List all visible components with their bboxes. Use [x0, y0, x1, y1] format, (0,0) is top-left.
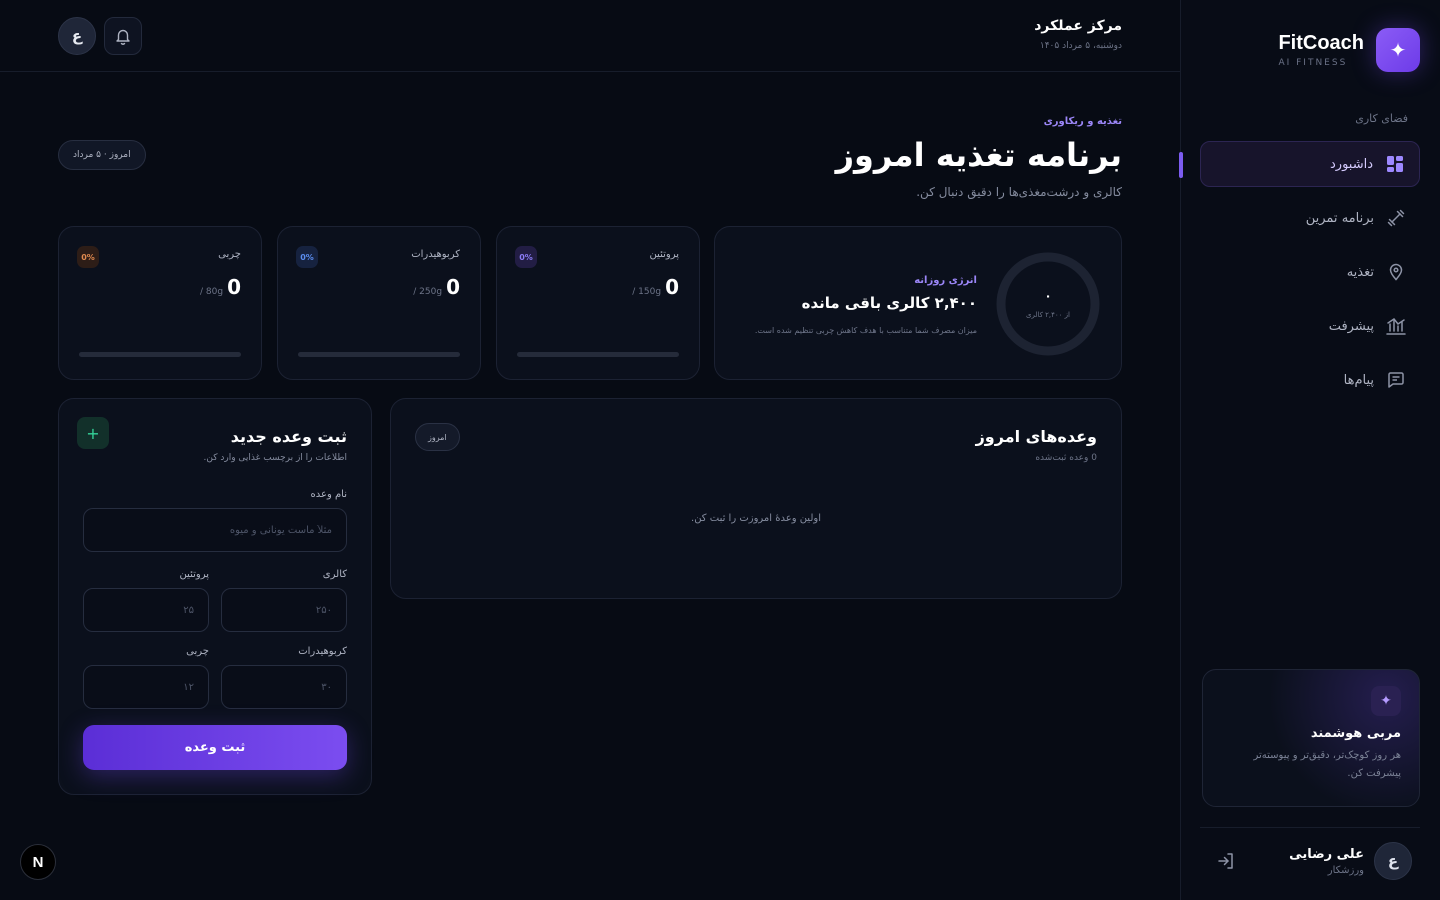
macro-percent-badge: 0% — [296, 246, 318, 268]
meals-filter-pill[interactable]: امروز — [415, 423, 460, 451]
location-pin-icon — [1386, 262, 1406, 282]
avatar[interactable]: ع — [1374, 842, 1412, 880]
sidebar-item-label: برنامه تمرین — [1305, 210, 1374, 226]
sidebar-item-nutrition[interactable]: تغذیه — [1200, 249, 1420, 295]
bell-icon — [114, 27, 132, 45]
macro-amount: 0 — [665, 275, 679, 299]
macro-name: چربی — [218, 249, 241, 260]
avatar[interactable]: ع — [58, 17, 96, 55]
sidebar-item-messages[interactable]: پیام‌ها — [1200, 357, 1420, 403]
sparkle-icon: ✦ — [1371, 686, 1401, 716]
macro-percent-badge: 0% — [515, 246, 537, 268]
fat-label: چربی — [186, 646, 209, 657]
macro-target: / 80g — [200, 287, 224, 297]
brand-subtitle: AI FITNESS — [1278, 58, 1348, 68]
daily-energy-card: ۰ از ۲,۴۰۰ کالری انرژی روزانه ۲,۴۰۰ کالر… — [714, 226, 1122, 380]
macro-value: 0 / 150g — [632, 275, 679, 299]
macro-target: / 250g — [413, 287, 443, 297]
calories-consumed: ۰ — [1044, 289, 1052, 303]
user-name: علی رضایی — [1289, 846, 1364, 862]
calories-label: کالری — [322, 569, 347, 580]
brand-name: FitCoach — [1278, 32, 1364, 54]
macro-percent-badge: 0% — [77, 246, 99, 268]
sidebar-item-label: داشبورد — [1330, 156, 1373, 172]
macro-name: پروتئین — [649, 249, 679, 260]
energy-label: انرژی روزانه — [914, 275, 977, 286]
sidebar-item-label: پیام‌ها — [1343, 372, 1374, 388]
macro-value: 0 / 80g — [200, 275, 241, 299]
sidebar: FitCoach AI FITNESS ✦ فضای کاری داشبورد … — [1179, 0, 1440, 900]
sidebar-item-progress[interactable]: پیشرفت — [1200, 303, 1420, 349]
date-pill[interactable]: امروز · ۵ مرداد — [58, 140, 146, 170]
form-subtitle: اطلاعات را از برچسب غذایی وارد کن. — [203, 453, 347, 463]
current-date: دوشنبه، ۵ مرداد ۱۴۰۵ — [1039, 41, 1122, 51]
bar-chart-icon — [1386, 316, 1406, 336]
dumbbell-icon — [1386, 208, 1406, 228]
macro-target: / 150g — [632, 287, 662, 297]
ring-center: ۰ از ۲,۴۰۰ کالری — [995, 251, 1101, 357]
sidebar-nav: داشبورد برنامه تمرین تغذیه پیشرفت پیام‌ه… — [1179, 141, 1420, 411]
meals-count: 0 وعده ثبت‌شده — [1035, 453, 1097, 463]
macro-card-carbs: کربوهیدرات 0% 0 / 250g — [277, 226, 481, 380]
fat-input[interactable] — [83, 665, 209, 709]
meal-name-label: نام وعده — [310, 489, 347, 500]
macro-card-protein: پروتئین 0% 0 / 150g — [496, 226, 700, 380]
macro-progress-bar — [298, 352, 460, 357]
todays-meals-card: وعده‌های امروز 0 وعده ثبت‌شده امروز اولی… — [390, 398, 1122, 599]
sidebar-item-label: تغذیه — [1346, 264, 1374, 280]
sidebar-item-workout[interactable]: برنامه تمرین — [1200, 195, 1420, 241]
new-meal-form: ثبت وعده جدید اطلاعات را از برچسب غذایی … — [58, 398, 372, 795]
macro-card-fat: چربی 0% 0 / 80g — [58, 226, 262, 380]
user-info: علی رضایی ورزشکار — [1289, 847, 1364, 876]
energy-description: میزان مصرف شما متناسب با هدف کاهش چربی ت… — [754, 326, 977, 335]
coach-card-description: هر روز کوچک‌تر، دقیق‌تر و پیوسته‌تر پیشر… — [1253, 750, 1401, 779]
submit-meal-button[interactable]: ثبت وعده — [83, 725, 347, 770]
calories-target-label: از ۲,۴۰۰ کالری — [1026, 311, 1070, 319]
coach-card-title: مربی هوشمند — [1310, 726, 1401, 741]
meals-title: وعده‌های امروز — [975, 427, 1097, 446]
protein-label: پروتئین — [179, 569, 209, 580]
sidebar-item-label: پیشرفت — [1328, 318, 1374, 334]
protein-input[interactable] — [83, 588, 209, 632]
divider — [1200, 827, 1420, 828]
macro-progress-bar — [517, 352, 679, 357]
brand[interactable]: FitCoach AI FITNESS ✦ — [1278, 28, 1420, 72]
section-eyebrow: تغذیه و ریکاوری — [1043, 116, 1122, 127]
macro-amount: 0 — [227, 275, 241, 299]
dashboard-icon — [1385, 154, 1405, 174]
brand-text: FitCoach AI FITNESS — [1278, 32, 1364, 68]
notifications-button[interactable] — [104, 17, 142, 55]
nav-section-label: فضای کاری — [1355, 112, 1408, 125]
page-heading: مرکز عملکرد — [1034, 18, 1122, 34]
meal-name-input[interactable] — [83, 508, 347, 552]
chat-icon — [1386, 370, 1406, 390]
macro-amount: 0 — [446, 275, 460, 299]
plus-icon[interactable]: + — [77, 417, 109, 449]
user-profile[interactable]: ع علی رضایی ورزشکار — [1216, 841, 1412, 881]
logout-icon[interactable] — [1216, 851, 1236, 871]
energy-text: انرژی روزانه ۲,۴۰۰ کالری باقی مانده میزا… — [755, 275, 977, 335]
user-role: ورزشکار — [1327, 864, 1364, 876]
meals-empty-state: اولین وعدهٔ امروزت را ثبت کن. — [691, 513, 821, 524]
sidebar-item-dashboard[interactable]: داشبورد — [1179, 141, 1420, 187]
carbs-label: کربوهیدرات — [298, 646, 347, 657]
page-title: برنامه تغذیه امروز — [835, 136, 1122, 174]
calories-input[interactable] — [221, 588, 347, 632]
sparkle-icon: ✦ — [1376, 28, 1420, 72]
macro-value: 0 / 250g — [413, 275, 460, 299]
dev-tools-badge[interactable]: N — [20, 844, 56, 880]
macro-name: کربوهیدرات — [411, 249, 460, 260]
macro-progress-bar — [79, 352, 241, 357]
carbs-input[interactable] — [221, 665, 347, 709]
form-title: ثبت وعده جدید — [230, 427, 347, 446]
top-bar: مرکز عملکرد دوشنبه، ۵ مرداد ۱۴۰۵ ع — [0, 0, 1180, 72]
page-subtitle: کالری و درشت‌مغذی‌ها را دقیق دنبال کن. — [916, 185, 1122, 199]
calories-remaining: ۲,۴۰۰ کالری باقی مانده — [801, 294, 977, 312]
ai-coach-card[interactable]: ✦ مربی هوشمند هر روز کوچک‌تر، دقیق‌تر و … — [1202, 669, 1420, 807]
